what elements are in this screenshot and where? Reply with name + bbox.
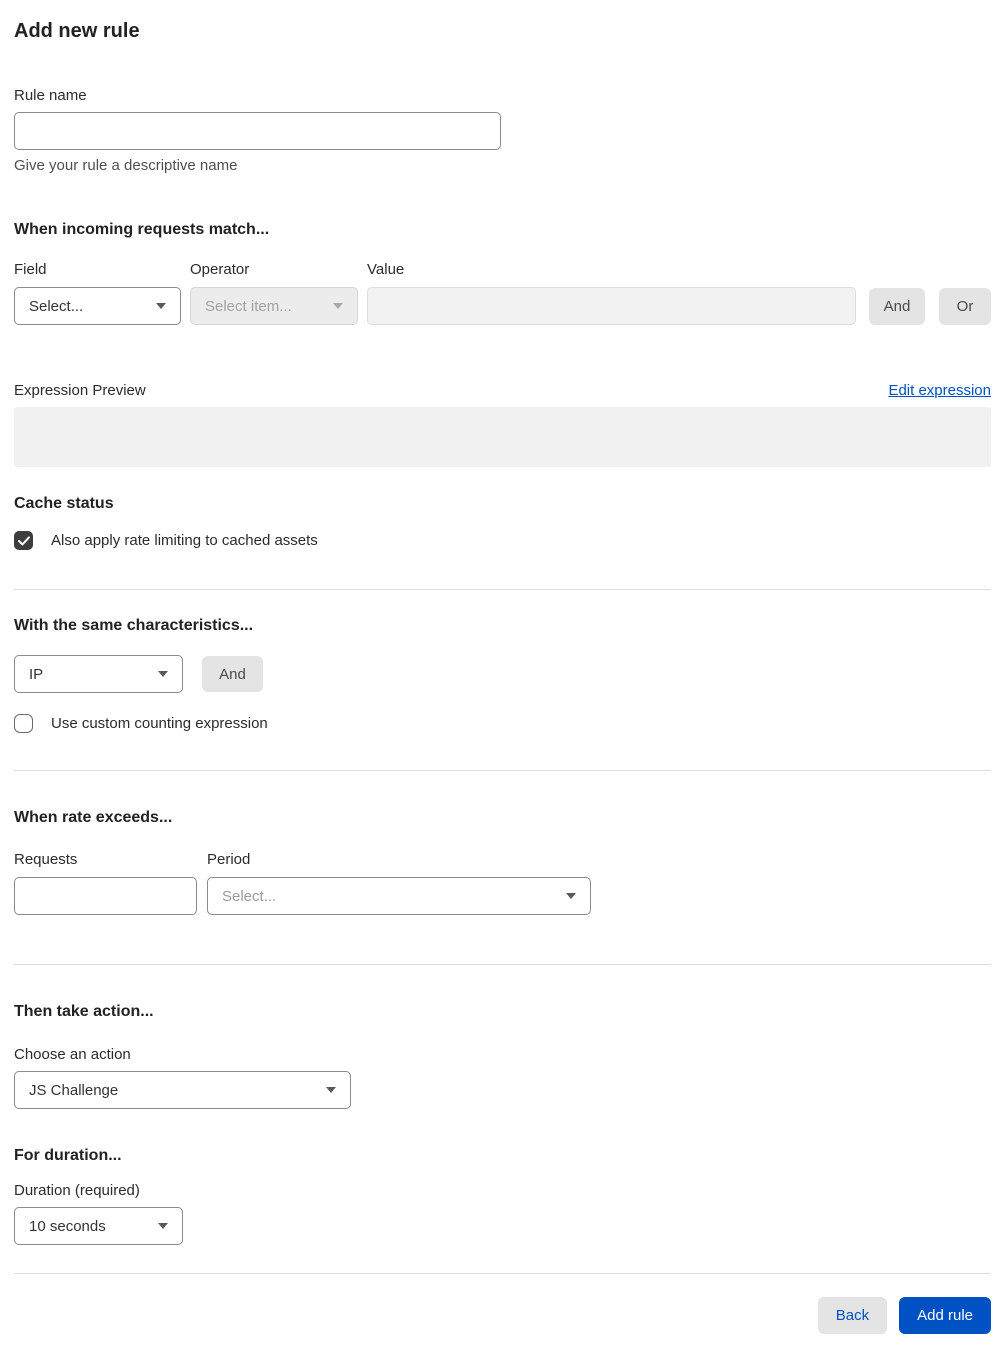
chevron-down-icon [566, 893, 576, 899]
characteristics-select-value: IP [29, 665, 44, 683]
rate-row: Requests Period Select... [14, 850, 991, 915]
field-select[interactable]: Select... [14, 287, 181, 325]
custom-counting-row: Use custom counting expression [14, 714, 991, 733]
chevron-down-icon [333, 303, 343, 309]
cache-status-heading: Cache status [14, 495, 114, 512]
period-select-value: Select... [222, 887, 277, 905]
operator-column: Operator Select item... [190, 260, 358, 325]
checkmark-icon [17, 535, 30, 545]
field-label: Field [14, 261, 47, 278]
period-select[interactable]: Select... [207, 877, 591, 915]
custom-counting-label: Use custom counting expression [51, 715, 268, 732]
rule-name-label: Rule name [14, 87, 87, 104]
characteristics-select[interactable]: IP [14, 655, 183, 693]
requests-input[interactable] [14, 877, 197, 915]
footer-actions: Back Add rule [14, 1297, 991, 1334]
match-expression-row: Field Select... Operator Select item... … [14, 260, 991, 325]
value-input[interactable] [367, 287, 856, 325]
value-column: Value [367, 260, 856, 325]
match-section-heading: When incoming requests match... [14, 221, 270, 238]
edit-expression-link[interactable]: Edit expression [888, 381, 991, 401]
period-label: Period [207, 851, 251, 868]
operator-label: Operator [190, 261, 250, 278]
rate-exceeds-heading: When rate exceeds... [14, 809, 173, 826]
section-divider [14, 770, 991, 771]
section-divider [14, 589, 991, 590]
take-action-heading: Then take action... [14, 1003, 154, 1020]
expression-preview-box [14, 407, 991, 467]
duration-select[interactable]: 10 seconds [14, 1207, 183, 1245]
for-duration-heading: For duration... [14, 1147, 122, 1164]
characteristics-and-button[interactable]: And [202, 656, 263, 692]
operator-select[interactable]: Select item... [190, 287, 358, 325]
or-button[interactable]: Or [939, 288, 991, 325]
page-title: Add new rule [14, 20, 140, 42]
duration-select-value: 10 seconds [29, 1217, 106, 1235]
action-select[interactable]: JS Challenge [14, 1071, 351, 1109]
section-divider [14, 964, 991, 965]
footer-divider [14, 1273, 991, 1274]
and-button[interactable]: And [869, 288, 925, 325]
chevron-down-icon [326, 1087, 336, 1093]
rule-name-input[interactable] [14, 112, 501, 150]
field-column: Field Select... [14, 260, 181, 325]
cached-assets-checkbox[interactable] [14, 531, 33, 550]
requests-label: Requests [14, 851, 78, 868]
chevron-down-icon [156, 303, 166, 309]
period-column: Period Select... [207, 850, 591, 915]
custom-counting-checkbox[interactable] [14, 714, 33, 733]
chevron-down-icon [158, 671, 168, 677]
requests-column: Requests [14, 850, 197, 915]
chevron-down-icon [158, 1223, 168, 1229]
rule-name-helper: Give your rule a descriptive name [14, 157, 238, 174]
add-rule-button[interactable]: Add rule [899, 1297, 991, 1334]
expression-preview-label: Expression Preview [14, 382, 146, 399]
choose-action-label: Choose an action [14, 1046, 131, 1063]
characteristics-heading: With the same characteristics... [14, 617, 254, 634]
duration-label: Duration (required) [14, 1182, 140, 1199]
cached-assets-row: Also apply rate limiting to cached asset… [14, 531, 991, 550]
expression-preview-header: Expression Preview Edit expression [14, 381, 991, 401]
cached-assets-label: Also apply rate limiting to cached asset… [51, 532, 318, 549]
value-label: Value [367, 261, 405, 278]
characteristics-row: IP And [14, 655, 991, 693]
operator-select-value: Select item... [205, 297, 292, 315]
field-select-value: Select... [29, 297, 84, 315]
back-button[interactable]: Back [817, 1297, 888, 1334]
action-select-value: JS Challenge [29, 1081, 119, 1099]
add-rule-form: Add new rule Rule name Give your rule a … [0, 0, 1002, 1348]
